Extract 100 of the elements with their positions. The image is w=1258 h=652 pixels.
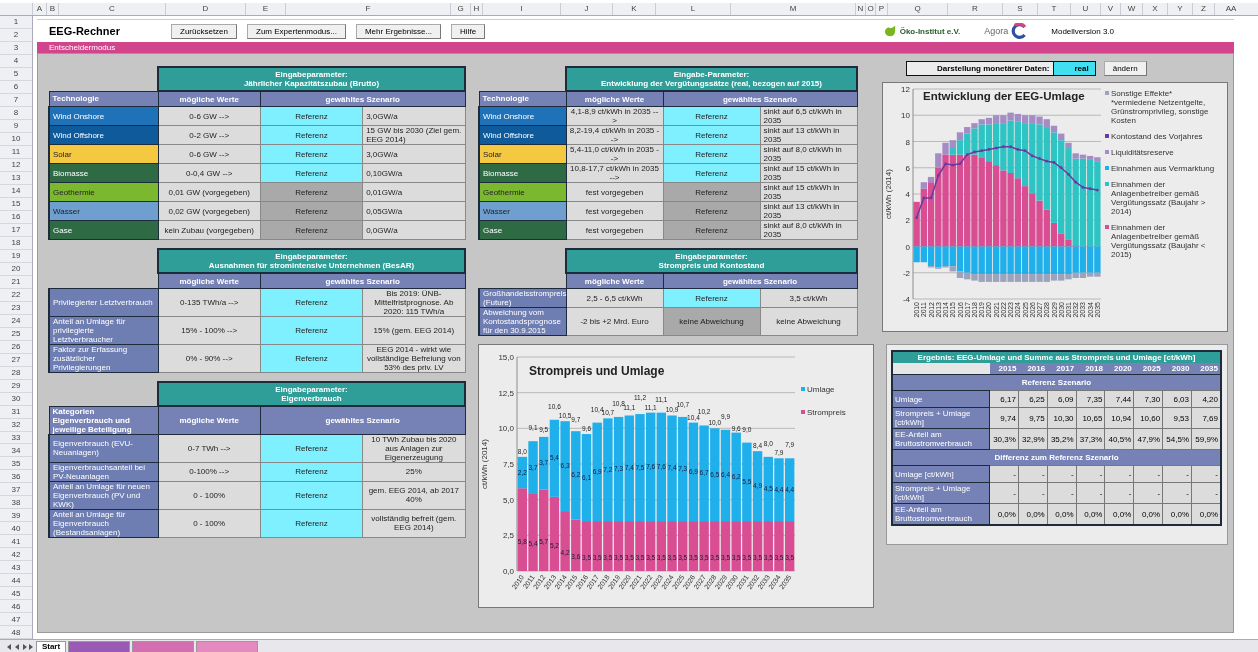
row-number[interactable]: 2	[0, 29, 32, 42]
column-letter[interactable]: D	[165, 3, 245, 15]
toolbar-button[interactable]: Zurücksetzen	[171, 23, 238, 39]
table-title: Eingabeparameter: Ausnahmen für stromintensive Unternehmen (BesAR)	[158, 249, 465, 273]
row-number[interactable]: 18	[0, 236, 32, 250]
scenario-selector[interactable]: Referenz	[260, 288, 363, 317]
row-number[interactable]: 22	[0, 288, 32, 302]
mode-label: Entscheidermodus	[49, 43, 116, 52]
change-button[interactable]: ändern	[1103, 60, 1147, 76]
column-letter[interactable]: A	[32, 3, 46, 15]
column-letter[interactable]: L	[655, 3, 730, 15]
column-letter[interactable]: Z	[1192, 3, 1214, 15]
column-letter[interactable]: J	[560, 3, 612, 15]
scenario-selector[interactable]: Referenz	[260, 509, 363, 537]
column-letter[interactable]: M	[730, 3, 855, 15]
row-label: Strompreis + Umlage [ct/kWh]	[892, 407, 990, 429]
toolbar-button[interactable]: Hilfe	[451, 23, 486, 39]
row-number[interactable]: 6	[0, 80, 32, 94]
row-number[interactable]: 33	[0, 431, 32, 445]
column-letter[interactable]: G	[450, 3, 470, 15]
column-letter[interactable]: O	[865, 3, 875, 15]
column-letter[interactable]: B	[46, 3, 58, 15]
row-number[interactable]: 17	[0, 223, 32, 237]
column-letter[interactable]: F	[285, 3, 450, 15]
row-number[interactable]: 31	[0, 405, 32, 419]
scenario-selector[interactable]: Referenz	[260, 481, 363, 509]
row-number[interactable]: 8	[0, 106, 32, 120]
row-number[interactable]: 43	[0, 561, 32, 575]
row-number[interactable]: 10	[0, 132, 32, 146]
row-number[interactable]: 41	[0, 535, 32, 549]
column-letter[interactable]: Q	[887, 3, 947, 15]
column-letter[interactable]: P	[875, 3, 887, 15]
row-number[interactable]: 35	[0, 457, 32, 471]
column-letter[interactable]: U	[1070, 3, 1100, 15]
toolbar-button[interactable]: Zum Expertenmodus...	[247, 23, 346, 39]
row-number[interactable]: 36	[0, 470, 32, 484]
row-number[interactable]: 3	[0, 41, 32, 55]
scenario-selector[interactable]: Referenz	[260, 344, 363, 373]
row-number[interactable]: 25	[0, 327, 32, 341]
column-letter[interactable]: S	[1002, 3, 1037, 15]
column-letter[interactable]: Y	[1167, 3, 1192, 15]
column-letter[interactable]: H	[470, 3, 482, 15]
row-number[interactable]: 34	[0, 444, 32, 458]
column-letter[interactable]: N	[855, 3, 865, 15]
row-number[interactable]: 12	[0, 158, 32, 172]
column-header: mögliche Werte	[158, 406, 261, 434]
row-number[interactable]: 5	[0, 67, 32, 81]
column-letter[interactable]: E	[245, 3, 285, 15]
column-letter[interactable]: C	[58, 3, 165, 15]
row-number[interactable]: 21	[0, 275, 32, 289]
toolbar-button[interactable]: Mehr Ergebnisse...	[355, 23, 442, 39]
version-label: Modellversion 3.0	[1051, 26, 1114, 36]
column-letter[interactable]: R	[947, 3, 1002, 15]
row-number[interactable]: 40	[0, 522, 32, 536]
row-number[interactable]: 20	[0, 262, 32, 276]
row-number[interactable]: 24	[0, 314, 32, 328]
column-letter[interactable]: T	[1037, 3, 1070, 15]
scenario-selector[interactable]: Referenz	[260, 316, 363, 345]
row-number[interactable]: 13	[0, 171, 32, 185]
row-number[interactable]: 19	[0, 249, 32, 263]
row-number[interactable]: 27	[0, 353, 32, 367]
column-letter[interactable]: K	[612, 3, 655, 15]
table-cell: 7,30	[1133, 390, 1163, 408]
column-letter[interactable]: W	[1120, 3, 1142, 15]
scenario-cell: vollständig befreit (gem. EEG 2014)	[362, 509, 465, 537]
table-cell: -	[1076, 465, 1105, 483]
row-label: Wind Onshore	[49, 106, 158, 126]
row-number[interactable]: 4	[0, 54, 32, 68]
y-tick-label: 0,0	[502, 567, 514, 576]
row-number[interactable]: 14	[0, 184, 32, 198]
column-letter[interactable]: AA	[1214, 3, 1247, 15]
row-number[interactable]: 45	[0, 587, 32, 601]
row-number[interactable]: 46	[0, 600, 32, 614]
row-number[interactable]: 11	[0, 145, 32, 159]
row-number[interactable]: 39	[0, 509, 32, 523]
row-number[interactable]: 7	[0, 93, 32, 107]
row-number[interactable]: 1	[0, 16, 32, 29]
row-number[interactable]: 16	[0, 210, 32, 224]
row-number[interactable]: 47	[0, 613, 32, 627]
column-header: Kategorien Eigenverbrauch und jeweilige Beteiligung	[49, 406, 158, 434]
column-header: 2018	[1076, 363, 1105, 375]
sheet-tab[interactable]: Start	[36, 641, 66, 652]
row-number[interactable]: 9	[0, 119, 32, 133]
legend-label: Umlage	[807, 385, 835, 394]
row-number[interactable]: 38	[0, 496, 32, 510]
row-label: EE-Anteil am Bruttostromverbrauch	[892, 428, 990, 450]
row-number[interactable]: 42	[0, 548, 32, 562]
column-letter[interactable]: V	[1100, 3, 1120, 15]
column-letter[interactable]: I	[482, 3, 560, 15]
row-number[interactable]: 28	[0, 366, 32, 380]
row-number[interactable]: 30	[0, 392, 32, 406]
row-number[interactable]: 32	[0, 418, 32, 432]
row-number[interactable]: 23	[0, 301, 32, 315]
column-letter[interactable]: X	[1142, 3, 1167, 15]
row-number[interactable]: 37	[0, 483, 32, 497]
row-number[interactable]: 29	[0, 379, 32, 393]
row-number[interactable]: 15	[0, 197, 32, 211]
row-number[interactable]: 44	[0, 574, 32, 588]
scenario-selector[interactable]: Referenz	[260, 434, 363, 462]
row-number[interactable]: 26	[0, 340, 32, 354]
